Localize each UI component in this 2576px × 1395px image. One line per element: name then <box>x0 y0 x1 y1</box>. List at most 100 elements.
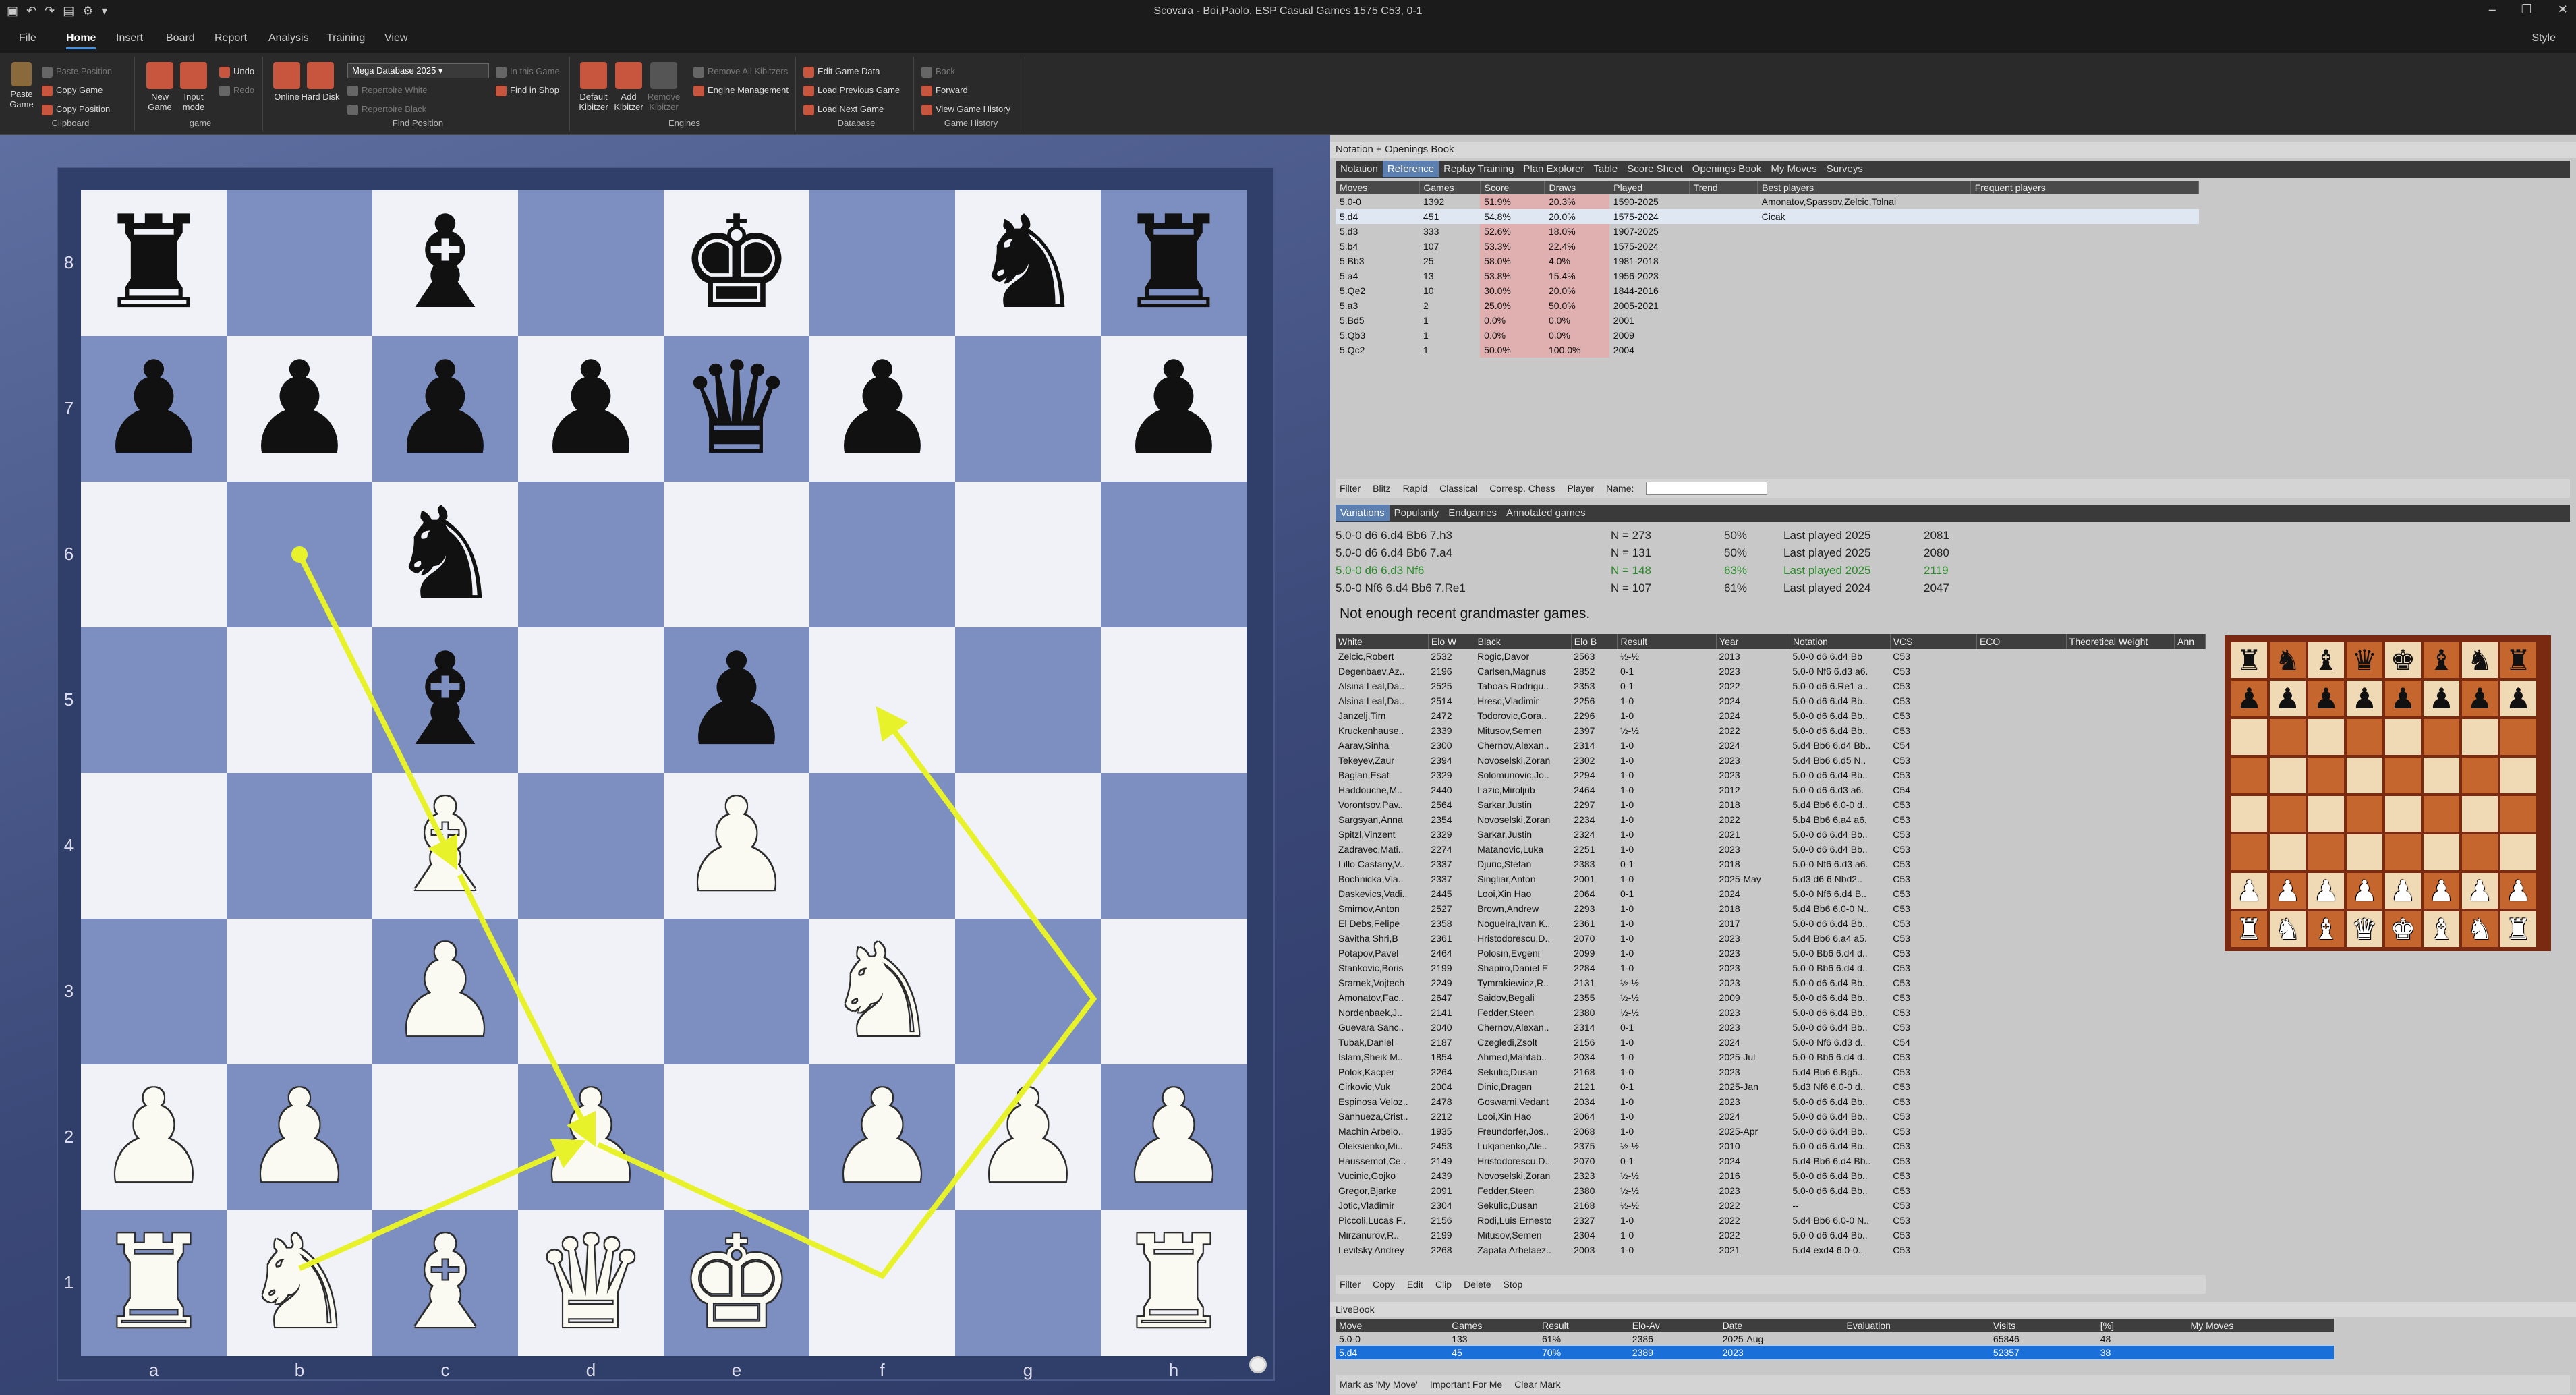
reference-row[interactable]: 5.Qe2 10 30.0% 20.0% 1844-2016 <box>1336 283 2199 298</box>
game-row[interactable]: Alsina Leal,Da.. 2514 Hresc,Vladimir 2256 1-… <box>1336 693 2206 708</box>
clip-button[interactable]: Clip <box>1435 1279 1452 1290</box>
default-kibitzer-button[interactable]: Default Kibitzer <box>573 62 614 112</box>
reference-row[interactable]: 5.Bb3 25 58.0% 4.0% 1981-2018 <box>1336 254 2199 268</box>
game-row[interactable]: Levitsky,Andrey 2268 Zapata Arbelaez.. 2003… <box>1336 1243 2206 1257</box>
column-header[interactable]: [%] <box>2096 1319 2187 1332</box>
tab-insert[interactable]: Insert <box>116 32 143 45</box>
game-row[interactable]: Tekeyev,Zaur 2394 Novoselski,Zoran 2302 1-0 2… <box>1336 753 2206 768</box>
column-header[interactable]: Result <box>1617 634 1717 649</box>
livebook-row[interactable]: 5.d4 45 70% 2389 2023 52357 38 <box>1336 1346 2334 1359</box>
game-row[interactable]: Espinosa Veloz.. 2478 Goswami,Vedant 2034 1-… <box>1336 1094 2206 1109</box>
tab-report[interactable]: Report <box>214 32 247 45</box>
find-in-shop-button[interactable]: Find in Shop <box>496 85 559 96</box>
hard-disk-button[interactable]: Hard Disk <box>300 62 341 102</box>
column-header[interactable]: Date <box>1719 1319 1843 1332</box>
filter-classical[interactable]: Classical <box>1439 483 1477 494</box>
game-row[interactable]: Mirzanurov,R.. 2199 Mitusov,Semen 2304 1-0 20… <box>1336 1228 2206 1243</box>
game-row[interactable]: Smirnov,Anton 2527 Brown,Andrew 2293 1-0 2018… <box>1336 901 2206 916</box>
game-row[interactable]: Tubak,Daniel 2187 Czegledi,Zsolt 2156 1-0 202… <box>1336 1035 2206 1050</box>
game-row[interactable]: Amonatov,Fac.. 2647 Saidov,Begali 2355 ½-½ 20… <box>1336 990 2206 1005</box>
column-header[interactable]: Visits <box>1989 1319 2097 1332</box>
column-header[interactable]: Frequent players <box>1970 181 2200 194</box>
minimize-icon[interactable]: – <box>2489 3 2496 17</box>
notation-tab[interactable]: Table <box>1588 161 1622 177</box>
column-header[interactable]: Games <box>1448 1319 1539 1332</box>
lower-tab[interactable]: Variations <box>1336 505 1390 521</box>
game-row[interactable]: Bochnicka,Vla.. 2337 Singliar,Anton 2001 1-0… <box>1336 872 2206 886</box>
game-row[interactable]: Guevara Sanc.. 2040 Chernov,Alexan.. 2314 0-… <box>1336 1020 2206 1035</box>
database-select[interactable]: Mega Database 2025 ▾ <box>347 63 489 78</box>
remove-kibitzer-button[interactable]: Remove Kibitzer <box>643 62 684 112</box>
copy-button[interactable]: Copy <box>1373 1279 1395 1290</box>
copy-game-button[interactable]: Copy Game <box>42 85 103 96</box>
mark-as-my-move-button[interactable]: Mark as 'My Move' <box>1340 1379 1418 1390</box>
reference-row[interactable]: 5.b4 107 53.3% 22.4% 1575-2024 <box>1336 239 2199 254</box>
remove-all-kibitzers-button[interactable]: Remove All Kibitzers <box>693 66 788 78</box>
repertoire-black-button[interactable]: Repertoire Black <box>347 104 426 115</box>
filter-corresp-chess[interactable]: Corresp. Chess <box>1489 483 1555 494</box>
game-row[interactable]: Vucinic,Gojko 2439 Novoselski,Zoran 2323 ½-½… <box>1336 1168 2206 1183</box>
variation-row[interactable]: 5.0-0 d6 6.d4 Bb6 7.a4 N = 131 50% Last pla… <box>1336 546 1964 560</box>
game-row[interactable]: Haddouche,M.. 2440 Lazic,Miroljub 2464 1-0 20… <box>1336 782 2206 797</box>
redo-button[interactable]: Redo <box>219 85 254 96</box>
filter-blitz[interactable]: Blitz <box>1373 483 1390 494</box>
reference-row[interactable]: 5.Bd5 1 0.0% 0.0% 2001 <box>1336 313 2199 328</box>
reference-row[interactable]: 5.d3 333 52.6% 18.0% 1907-2025 <box>1336 224 2199 239</box>
reference-row[interactable]: 5.Qc2 1 50.0% 100.0% 2004 <box>1336 343 2199 358</box>
column-header[interactable]: VCS <box>1890 634 1977 649</box>
reference-row[interactable]: 5.Qb3 1 0.0% 0.0% 2009 <box>1336 328 2199 343</box>
undo-button[interactable]: Undo <box>219 66 254 78</box>
game-row[interactable]: Aarav,Sinha 2300 Chernov,Alexan.. 2314 1-0 20… <box>1336 738 2206 753</box>
filter-rapid[interactable]: Rapid <box>1403 483 1428 494</box>
name-filter-input[interactable] <box>1646 482 1768 495</box>
edit-button[interactable]: Edit <box>1407 1279 1423 1290</box>
column-header[interactable]: Black <box>1475 634 1572 649</box>
tab-home[interactable]: Home <box>66 32 96 49</box>
game-row[interactable]: Stankovic,Boris 2199 Shapiro,Daniel E 2284 1… <box>1336 961 2206 975</box>
clear-mark-button[interactable]: Clear Mark <box>1514 1379 1560 1390</box>
input-mode-button[interactable]: Input mode <box>173 62 214 112</box>
game-row[interactable]: Polok,Kacper 2264 Sekulic,Dusan 2168 1-0 2023… <box>1336 1064 2206 1079</box>
game-row[interactable]: Zelcic,Robert 2532 Rogic,Davor 2563 ½-½ 2013 5… <box>1336 649 2206 664</box>
notation-tab[interactable]: Replay Training <box>1439 161 1518 177</box>
delete-button[interactable]: Delete <box>1464 1279 1491 1290</box>
column-header[interactable]: Elo-Av <box>1628 1319 1719 1332</box>
reference-row[interactable]: 5.a3 2 25.0% 50.0% 2005-2021 <box>1336 298 2199 313</box>
important-for-me-button[interactable]: Important For Me <box>1430 1379 1502 1390</box>
lower-tab[interactable]: Popularity <box>1390 505 1444 521</box>
paste-position-button[interactable]: Paste Position <box>42 66 112 78</box>
filter-button[interactable]: Filter <box>1340 1279 1361 1290</box>
column-header[interactable]: Move <box>1336 1319 1449 1332</box>
tab-file[interactable]: File <box>19 32 36 45</box>
notation-tab[interactable]: My Moves <box>1766 161 1821 177</box>
style-menu[interactable]: Style <box>2531 32 2556 45</box>
game-row[interactable]: Janzelj,Tim 2472 Todorovic,Gora.. 2296 1-0 20… <box>1336 708 2206 723</box>
add-kibitzer-button[interactable]: Add Kibitzer <box>608 62 649 112</box>
game-row[interactable]: Degenbaev,Az.. 2196 Carlsen,Magnus 2852 0-1 2… <box>1336 664 2206 679</box>
notation-tab[interactable]: Openings Book <box>1688 161 1767 177</box>
game-row[interactable]: Piccoli,Lucas F.. 2156 Rodi,Luis Ernesto 23… <box>1336 1213 2206 1228</box>
column-header[interactable]: Elo B <box>1571 634 1618 649</box>
repertoire-white-button[interactable]: Repertoire White <box>347 85 428 96</box>
forward-button[interactable]: Forward <box>921 85 968 96</box>
game-row[interactable]: Jotic,Vladimir 2304 Sekulic,Dusan 2168 ½-½ 20… <box>1336 1198 2206 1213</box>
reference-row[interactable]: 5.a4 13 53.8% 15.4% 1956-2023 <box>1336 268 2199 283</box>
column-header[interactable]: Ann <box>2174 634 2206 649</box>
maximize-icon[interactable]: ❐ <box>2521 3 2532 17</box>
game-row[interactable]: Baglan,Esat 2329 Solomunovic,Jo.. 2294 1-0 20… <box>1336 768 2206 782</box>
game-row[interactable]: Potapov,Pavel 2464 Polosin,Evgeni 2099 1-0 20… <box>1336 946 2206 961</box>
game-row[interactable]: Nordenbaek,J.. 2141 Fedder,Steen 2380 ½-½ 202… <box>1336 1005 2206 1020</box>
in-this-game-button[interactable]: In this Game <box>496 66 560 78</box>
variation-row[interactable]: 5.0-0 d6 6.d4 Bb6 7.h3 N = 273 50% Last pla… <box>1336 529 1964 542</box>
game-row[interactable]: Kruckenhause.. 2339 Mitusov,Semen 2397 ½-½ 20… <box>1336 723 2206 738</box>
engine-management-button[interactable]: Engine Management <box>693 85 789 96</box>
filter-name[interactable]: Name: <box>1606 483 1634 494</box>
view-game-history-button[interactable]: View Game History <box>921 104 1010 115</box>
column-header[interactable]: Games <box>1419 181 1481 194</box>
game-row[interactable]: Gregor,Bjarke 2091 Fedder,Steen 2380 ½-½ 2023… <box>1336 1183 2206 1198</box>
close-icon[interactable]: ✕ <box>2558 3 2568 17</box>
column-header[interactable]: Elo W <box>1428 634 1475 649</box>
column-header[interactable]: Score <box>1480 181 1545 194</box>
notation-tab[interactable]: Reference <box>1382 161 1439 177</box>
game-row[interactable]: Zadravec,Mati.. 2274 Matanovic,Luka 2251 1-0… <box>1336 842 2206 857</box>
